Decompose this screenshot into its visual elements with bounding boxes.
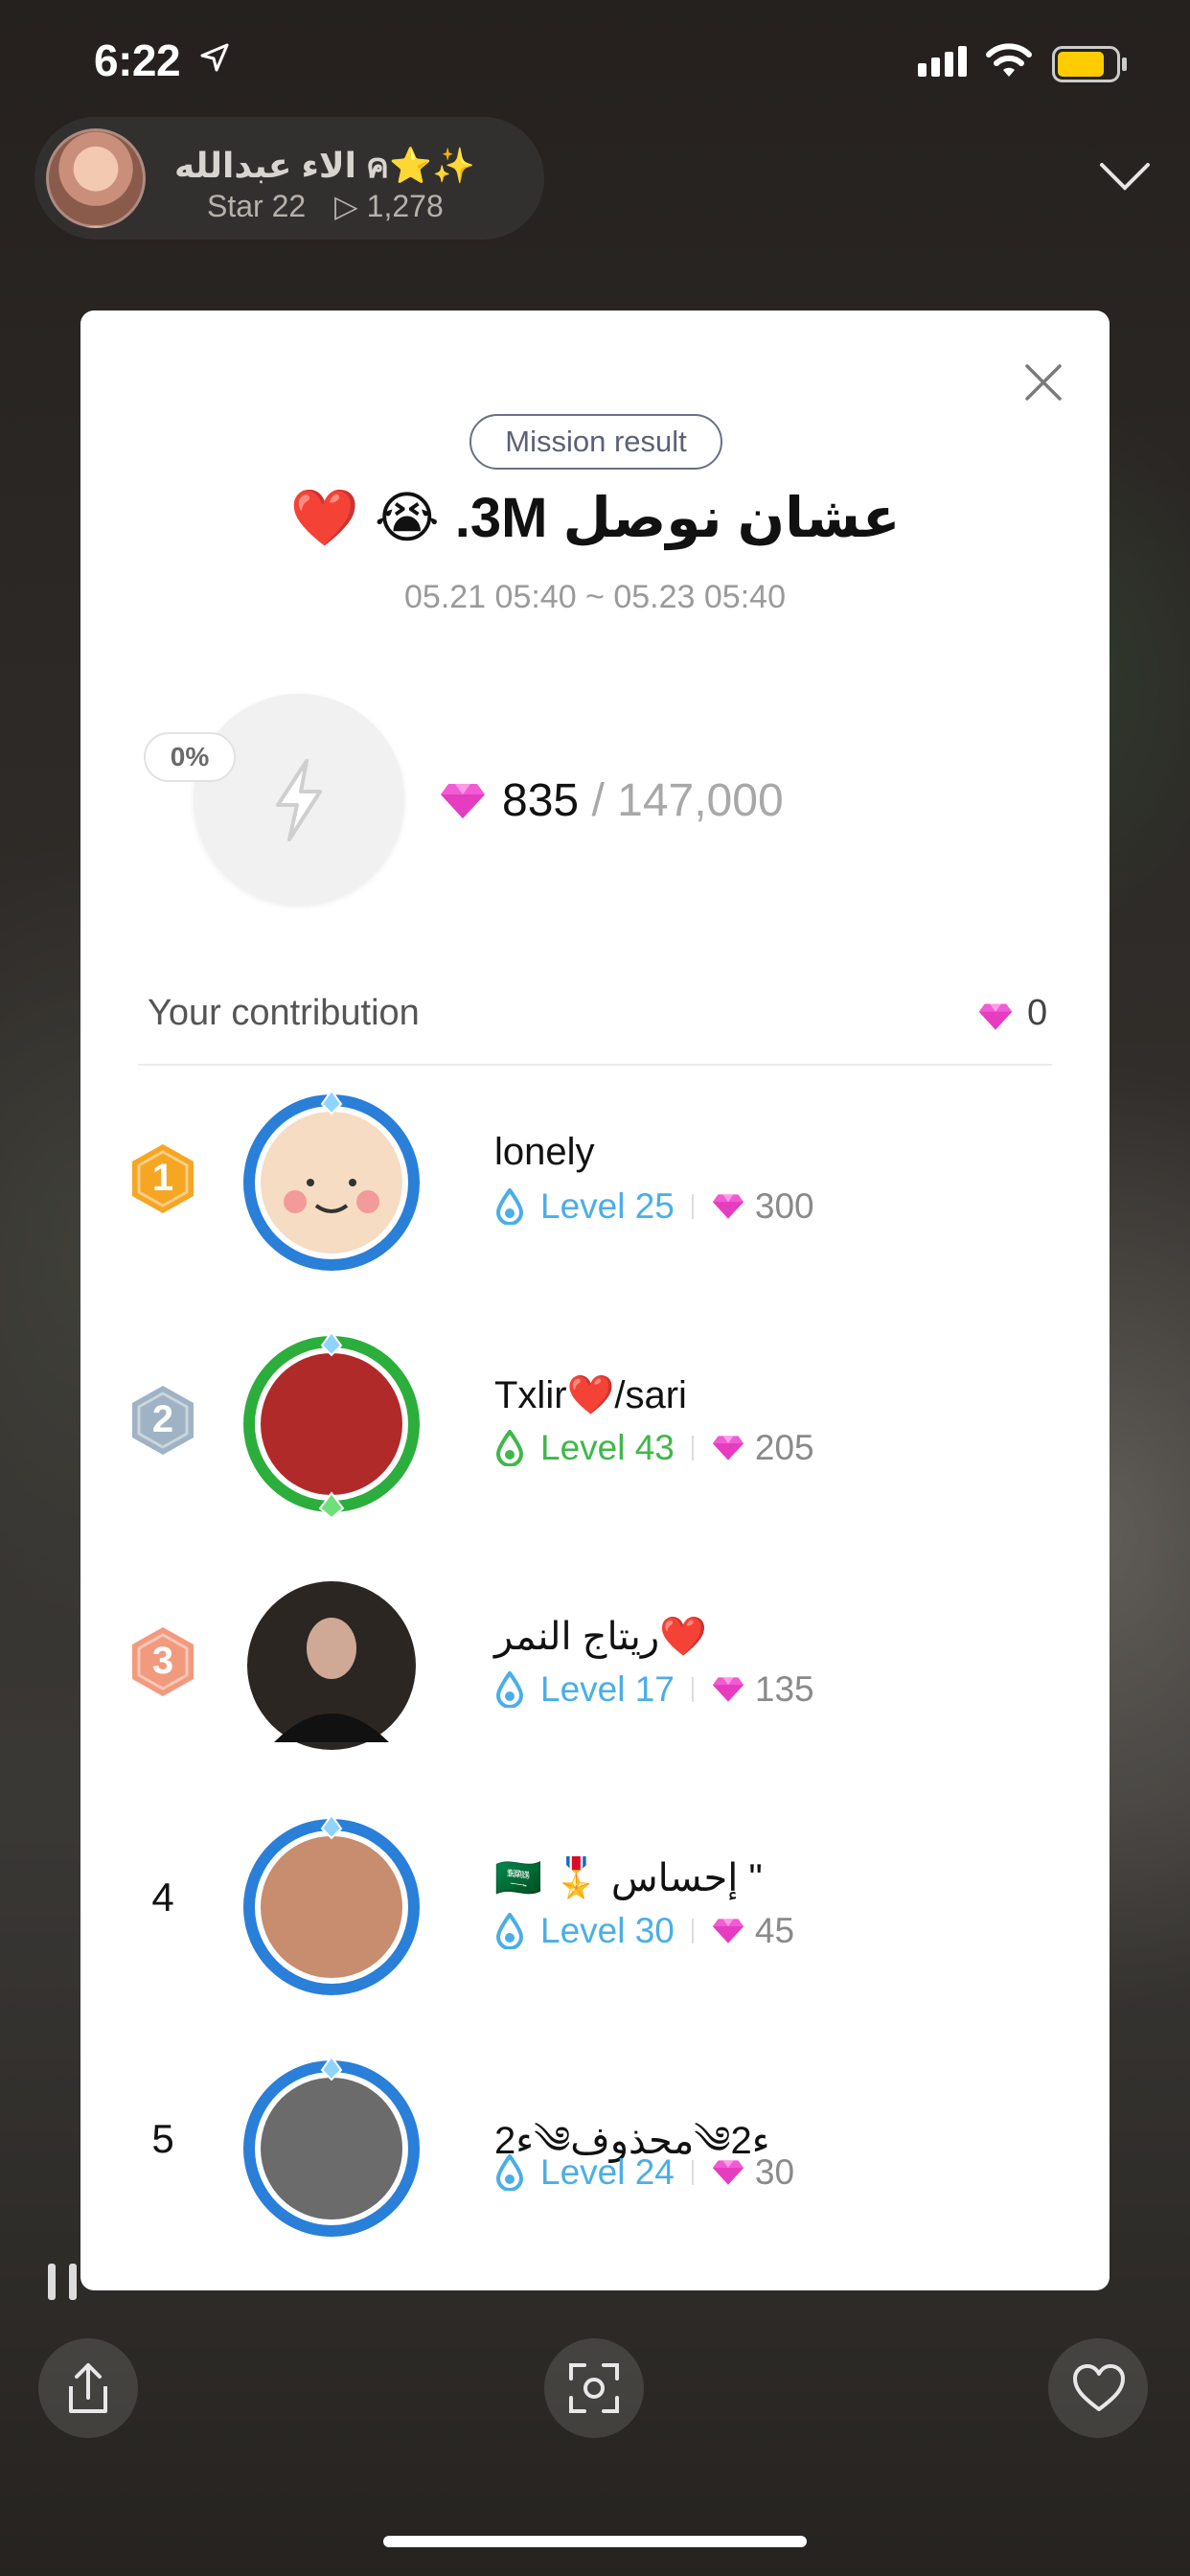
- diamond-icon: [977, 1002, 1014, 1036]
- mission-title: عشان نوصل 3M. 😭 ❤️: [289, 487, 901, 549]
- ranking-row[interactable]: 3 ريتاج النمر❤️ Level 17 135: [80, 1560, 1110, 1771]
- location-arrow-icon: [199, 42, 230, 78]
- user-level-row: Level 43 205: [494, 1426, 814, 1470]
- gift-amount: 30: [754, 2152, 795, 2192]
- gift-amount: 135: [754, 1669, 814, 1709]
- divider: [138, 1064, 1052, 1066]
- user-avatar[interactable]: [236, 2053, 427, 2244]
- mission-separator: /: [591, 775, 605, 826]
- user-name: lonely: [494, 1131, 595, 1173]
- rank-medal-icon: 1: [125, 1140, 201, 1222]
- chevron-down-icon[interactable]: [1098, 161, 1152, 196]
- separator: [691, 2160, 694, 2185]
- host-name: الاء عبدالله ค⭐✨: [174, 146, 475, 185]
- close-icon[interactable]: [1016, 355, 1071, 410]
- user-name: Txlir❤️/sari: [494, 1374, 687, 1416]
- rank-number: 1: [151, 1157, 174, 1199]
- host-profile-pill[interactable]: الاء عبدالله ค⭐✨ Star 22 ▷ 1,278: [34, 117, 544, 240]
- user-avatar[interactable]: [236, 1087, 427, 1278]
- rank-number: 5: [151, 2116, 174, 2161]
- contribution-label: Your contribution: [148, 993, 420, 1033]
- rank-number: 4: [151, 1874, 174, 1920]
- separator: [691, 1194, 694, 1219]
- user-level: Level 25: [540, 1186, 675, 1226]
- rank-medal-icon: 3: [125, 1623, 201, 1705]
- ranking-row[interactable]: 5 2ء༄محذوف༄ء2 Level 24 30: [80, 2043, 1110, 2254]
- user-avatar[interactable]: [236, 1570, 427, 1761]
- share-icon: [63, 2359, 113, 2422]
- diamond-icon: [711, 1193, 745, 1220]
- progress-percent: 0%: [144, 732, 236, 782]
- screenshot-icon: [567, 2361, 621, 2420]
- mission-current: 835: [502, 775, 580, 826]
- separator: [691, 1436, 694, 1460]
- battery-icon: [1052, 46, 1129, 87]
- lightning-icon: [268, 757, 330, 848]
- user-level: Level 17: [540, 1669, 675, 1709]
- ranking-row[interactable]: 1 lonely Level 25 300: [80, 1077, 1110, 1288]
- gift-amount: 300: [754, 1186, 814, 1226]
- host-star-level: Star 22: [207, 189, 307, 223]
- gift-amount: 45: [754, 1911, 795, 1950]
- pause-icon[interactable]: [44, 2258, 82, 2311]
- rank-medal-icon: 2: [125, 1382, 201, 1463]
- host-avatar[interactable]: [46, 128, 146, 228]
- level-drop-icon: [494, 1188, 525, 1225]
- rank-number: 3: [151, 1640, 174, 1682]
- mission-goal: 147,000: [617, 775, 784, 826]
- mission-result-modal: Mission result عشان نوصل 3M. 😭 ❤️ 05.21 …: [80, 310, 1110, 2290]
- rank-number: 2: [151, 1398, 174, 1440]
- host-meta: Star 22 ▷ 1,278: [207, 188, 444, 224]
- like-button[interactable]: [1048, 2338, 1148, 2438]
- diamond-icon: [439, 782, 487, 825]
- diamond-icon: [711, 2159, 745, 2186]
- user-level-row: Level 30 45: [494, 1909, 794, 1953]
- user-level: Level 30: [540, 1911, 675, 1950]
- separator: [691, 1919, 694, 1944]
- user-level: Level 24: [540, 2152, 675, 2192]
- user-level-row: Level 24 30: [494, 2150, 794, 2195]
- diamond-icon: [711, 1435, 745, 1461]
- status-time: 6:22: [94, 35, 181, 85]
- mission-amount: 835 / 147,000: [502, 774, 784, 827]
- user-level-row: Level 25 300: [494, 1184, 814, 1229]
- mission-result-badge: Mission result: [469, 414, 722, 470]
- diamond-icon: [711, 1918, 745, 1944]
- user-level-row: Level 17 135: [494, 1668, 814, 1712]
- separator: [691, 1677, 694, 1702]
- contribution-value: 0: [1027, 993, 1048, 1033]
- user-level: Level 43: [540, 1428, 675, 1467]
- host-view-count: ▷ 1,278: [334, 189, 444, 223]
- ranking-row[interactable]: 2 Txlir❤️/sari Level 43 205: [80, 1319, 1110, 1530]
- diamond-icon: [711, 1676, 745, 1703]
- heart-icon: [1071, 2363, 1127, 2418]
- ranking-row[interactable]: 4 🇸🇦 🎖️ إحساس " Level 30 45: [80, 1802, 1110, 2012]
- mission-date-range: 05.21 05:40 ~ 05.23 05:40: [404, 579, 786, 615]
- user-name: ريتاج النمر❤️: [494, 1616, 708, 1658]
- gift-amount: 205: [754, 1428, 814, 1467]
- level-drop-icon: [494, 1913, 525, 1949]
- user-name: 🇸🇦 🎖️ إحساس ": [494, 1857, 763, 1899]
- wifi-icon: [985, 42, 1033, 83]
- signal-icon: [918, 46, 972, 81]
- share-button[interactable]: [38, 2338, 138, 2438]
- level-drop-icon: [494, 1671, 525, 1708]
- screenshot-button[interactable]: [544, 2338, 644, 2438]
- home-indicator[interactable]: [383, 2536, 807, 2547]
- mission-progress-circle: [194, 694, 404, 905]
- level-drop-icon: [494, 1430, 525, 1466]
- user-avatar[interactable]: [236, 1328, 427, 1520]
- user-avatar[interactable]: [236, 1811, 427, 2003]
- status-bar: 6:22: [0, 0, 1190, 125]
- level-drop-icon: [494, 2154, 525, 2191]
